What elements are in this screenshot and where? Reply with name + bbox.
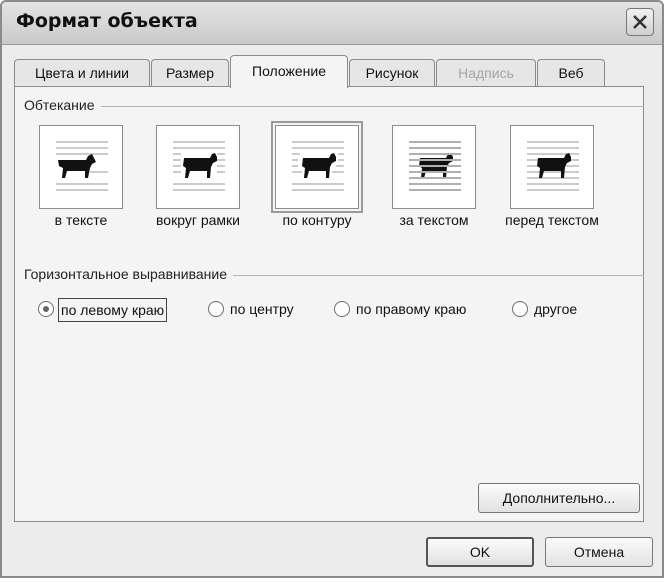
dog-inline-icon bbox=[56, 141, 108, 191]
dog-tight-icon bbox=[292, 141, 344, 191]
tab-size[interactable]: Размер bbox=[151, 59, 229, 87]
format-object-dialog: Формат объекта Цвета и линии Размер Поло… bbox=[0, 0, 664, 578]
ok-button[interactable]: OK bbox=[426, 537, 534, 567]
align-right-label: по правому краю bbox=[356, 301, 467, 317]
radio-button[interactable] bbox=[334, 301, 350, 317]
align-left-label: по левому краю bbox=[58, 298, 168, 322]
wrap-square-option[interactable] bbox=[156, 125, 240, 209]
advanced-button[interactable]: Дополнительно... bbox=[478, 483, 640, 513]
wrap-behind-label: за текстом bbox=[399, 212, 469, 228]
wrap-tight-label: по контуру bbox=[282, 212, 352, 228]
title-bar: Формат объекта bbox=[2, 2, 662, 45]
close-icon bbox=[633, 15, 647, 29]
wrap-front-option[interactable] bbox=[510, 125, 594, 209]
tab-colors-lines[interactable]: Цвета и линии bbox=[14, 59, 150, 87]
align-other-label: другое bbox=[534, 301, 578, 317]
wrap-behind-option[interactable] bbox=[392, 125, 476, 209]
radio-selected-dot bbox=[43, 306, 49, 312]
tab-text-box: Надпись bbox=[436, 59, 536, 87]
tab-position[interactable]: Положение bbox=[230, 55, 348, 88]
cancel-button[interactable]: Отмена bbox=[545, 537, 653, 567]
wrap-inline-label: в тексте bbox=[54, 212, 108, 228]
align-center-label: по центру bbox=[230, 301, 294, 317]
dog-square-icon bbox=[173, 141, 225, 191]
wrap-front-label: перед текстом bbox=[505, 212, 599, 228]
wrapping-group-label: Обтекание bbox=[24, 97, 101, 113]
wrap-inline-option[interactable] bbox=[39, 125, 123, 209]
radio-button[interactable] bbox=[38, 301, 54, 317]
wrap-square-label: вокруг рамки bbox=[156, 212, 240, 228]
dog-behind-text-icon bbox=[409, 141, 461, 191]
wrap-tight-option[interactable] bbox=[271, 121, 363, 213]
radio-button[interactable] bbox=[208, 301, 224, 317]
tab-picture[interactable]: Рисунок bbox=[349, 59, 435, 87]
radio-button[interactable] bbox=[512, 301, 528, 317]
dialog-title: Формат объекта bbox=[16, 10, 198, 32]
alignment-group-label: Горизонтальное выравнивание bbox=[24, 266, 233, 282]
dog-in-front-icon bbox=[527, 141, 579, 191]
wrapping-divider bbox=[28, 106, 644, 107]
tab-web[interactable]: Веб bbox=[537, 59, 605, 87]
close-button[interactable] bbox=[626, 8, 654, 36]
